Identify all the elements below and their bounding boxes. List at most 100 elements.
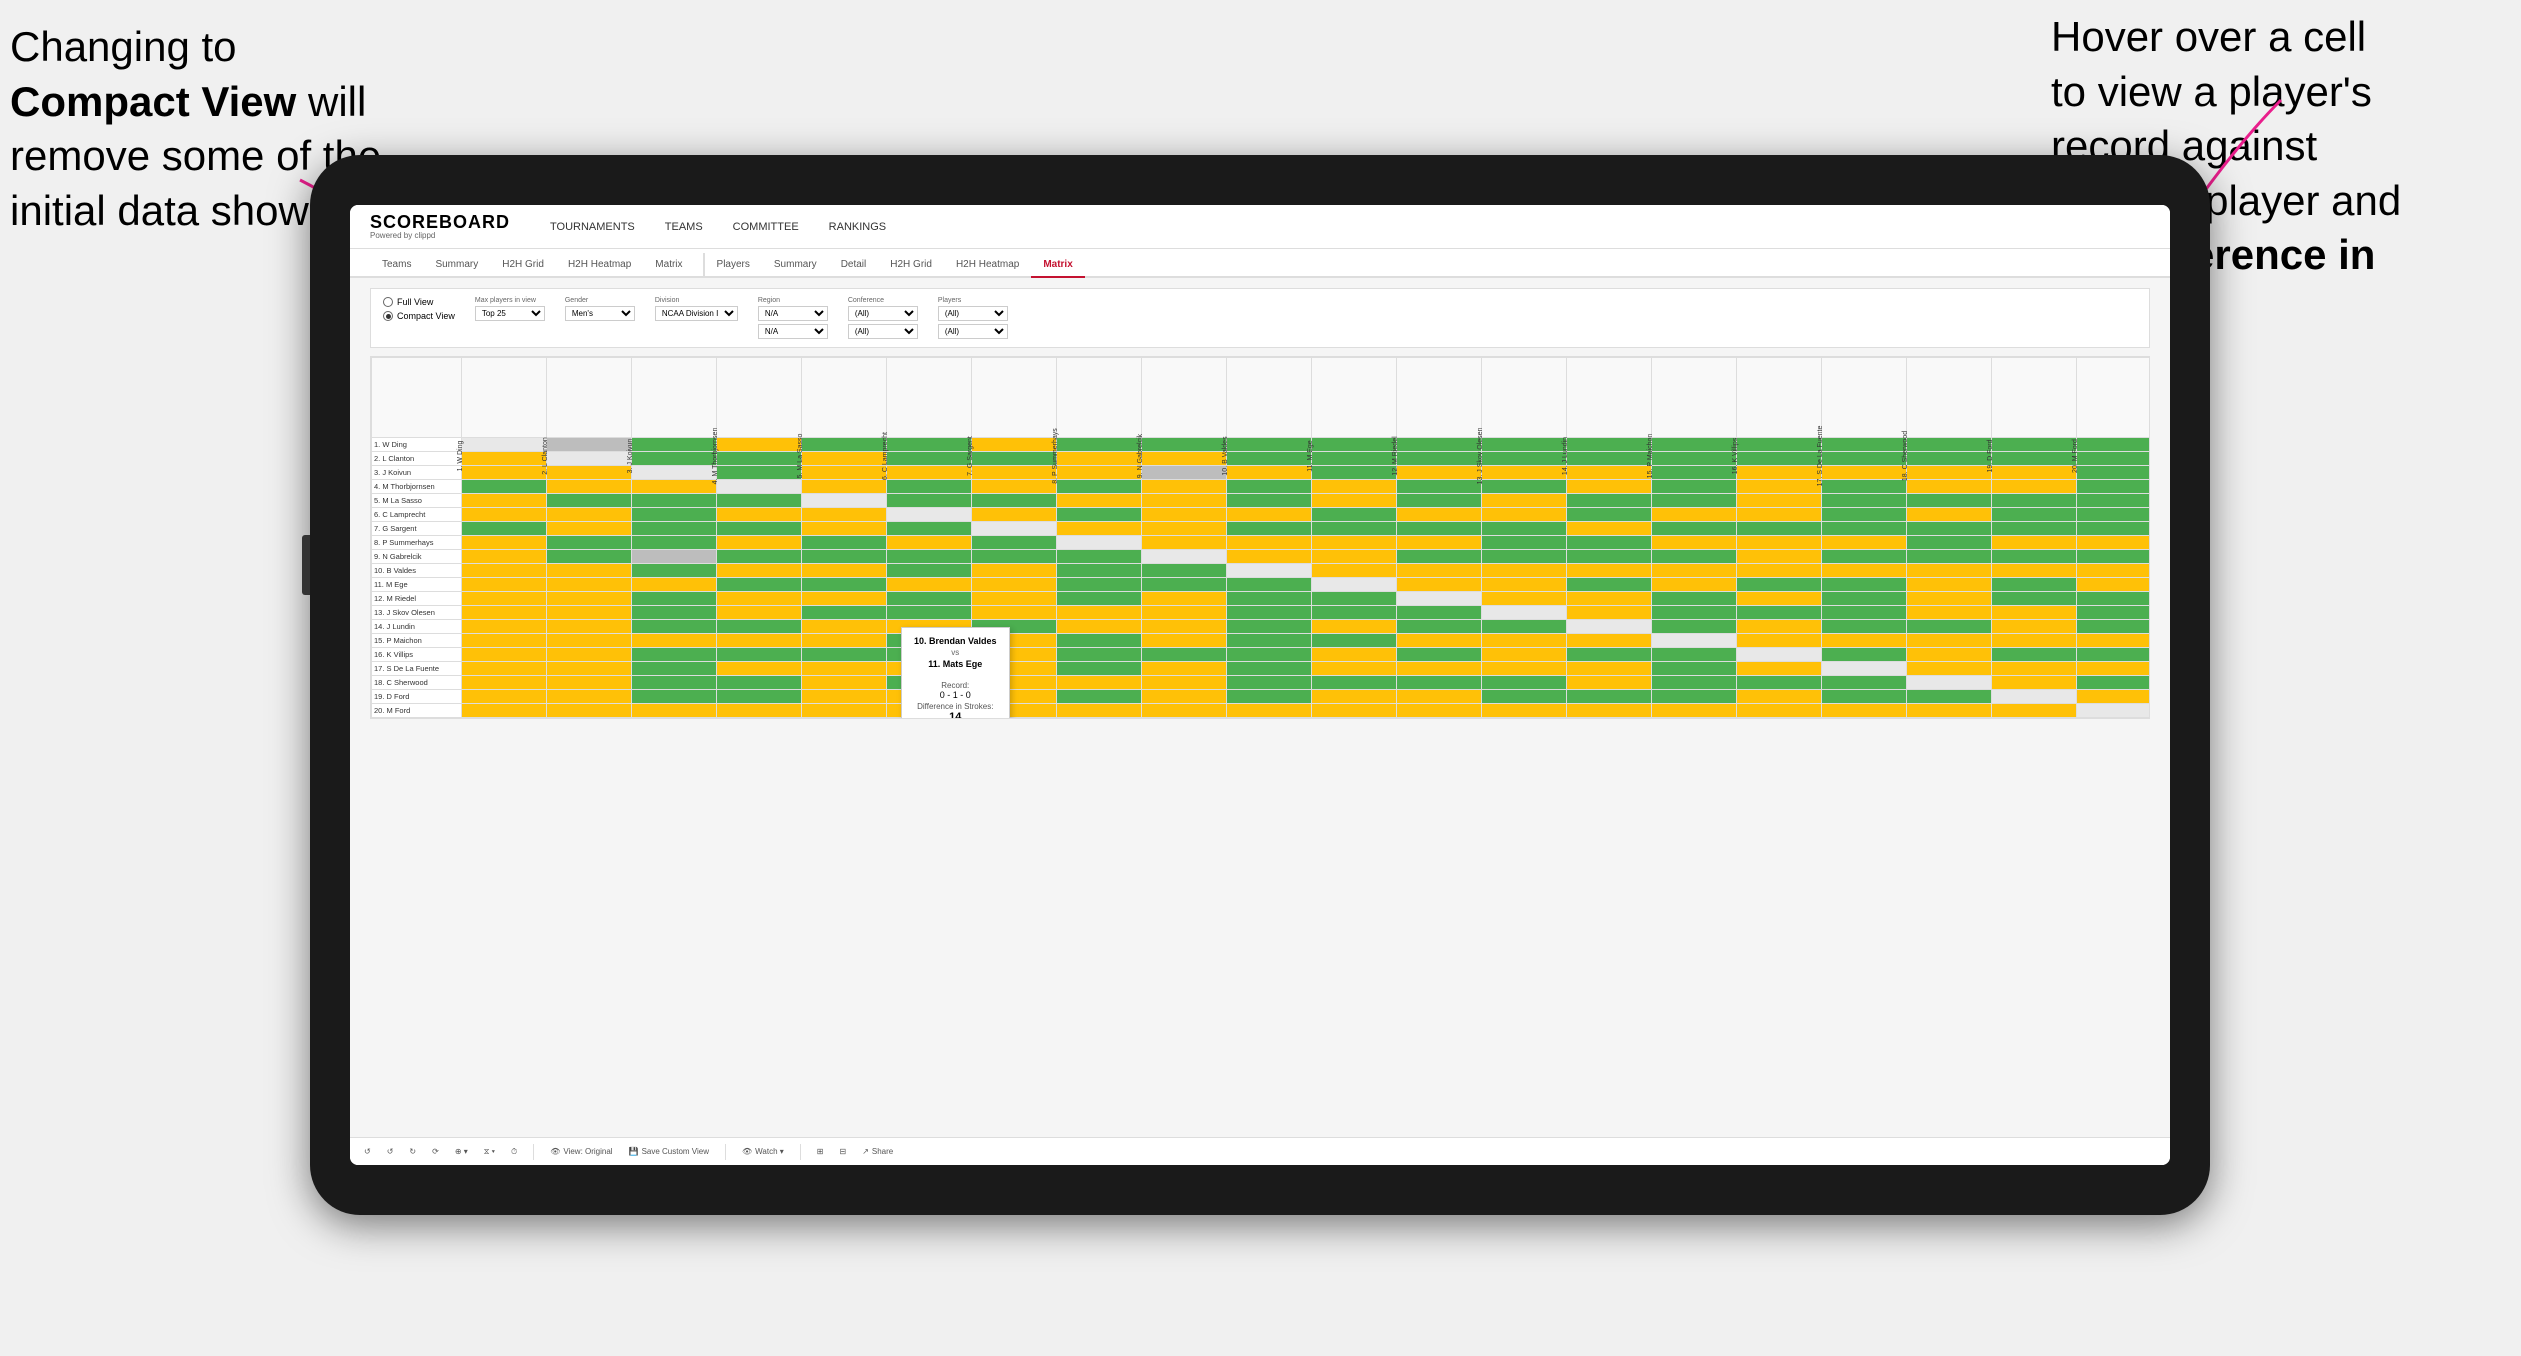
grid-button[interactable]: ⊟ [835, 1145, 850, 1158]
tab-h2h-grid-2[interactable]: H2H Grid [878, 253, 944, 278]
matrix-cell-r4-c12[interactable] [1397, 480, 1482, 494]
matrix-cell-r5-c17[interactable] [1822, 494, 1907, 508]
matrix-cell-r13-c4[interactable] [717, 606, 802, 620]
matrix-cell-r17-c18[interactable] [1907, 662, 1992, 676]
matrix-cell-r5-c8[interactable] [1057, 494, 1142, 508]
matrix-cell-r17-c9[interactable] [1142, 662, 1227, 676]
matrix-cell-r9-c20[interactable] [2077, 550, 2151, 564]
matrix-cell-r10-c12[interactable] [1397, 564, 1482, 578]
matrix-cell-r4-c13[interactable] [1482, 480, 1567, 494]
matrix-cell-r12-c3[interactable] [632, 592, 717, 606]
matrix-cell-r10-c4[interactable] [717, 564, 802, 578]
matrix-cell-r4-c6[interactable] [887, 480, 972, 494]
matrix-cell-r6-c1[interactable] [462, 508, 547, 522]
matrix-cell-r8-c6[interactable] [887, 536, 972, 550]
matrix-cell-r9-c18[interactable] [1907, 550, 1992, 564]
matrix-cell-r17-c3[interactable] [632, 662, 717, 676]
matrix-cell-r19-c10[interactable] [1227, 690, 1312, 704]
matrix-cell-r9-c13[interactable] [1482, 550, 1567, 564]
matrix-cell-r6-c18[interactable] [1907, 508, 1992, 522]
matrix-cell-r2-c14[interactable] [1567, 452, 1652, 466]
matrix-cell-r7-c1[interactable] [462, 522, 547, 536]
matrix-cell-r17-c8[interactable] [1057, 662, 1142, 676]
matrix-cell-r12-c13[interactable] [1482, 592, 1567, 606]
matrix-cell-r15-c19[interactable] [1992, 634, 2077, 648]
matrix-cell-r8-c7[interactable] [972, 536, 1057, 550]
matrix-cell-r7-c19[interactable] [1992, 522, 2077, 536]
matrix-cell-r19-c16[interactable] [1737, 690, 1822, 704]
matrix-cell-r1-c8[interactable] [1057, 438, 1142, 452]
matrix-cell-r17-c20[interactable] [2077, 662, 2151, 676]
matrix-cell-r19-c11[interactable] [1312, 690, 1397, 704]
matrix-cell-r11-c18[interactable] [1907, 578, 1992, 592]
matrix-cell-r6-c9[interactable] [1142, 508, 1227, 522]
matrix-cell-r13-c3[interactable] [632, 606, 717, 620]
matrix-cell-r4-c2[interactable] [547, 480, 632, 494]
matrix-cell-r10-c20[interactable] [2077, 564, 2151, 578]
matrix-cell-r4-c8[interactable] [1057, 480, 1142, 494]
matrix-cell-r16-c12[interactable] [1397, 648, 1482, 662]
matrix-cell-r10-c2[interactable] [547, 564, 632, 578]
matrix-cell-r1-c9[interactable] [1142, 438, 1227, 452]
matrix-cell-r9-c15[interactable] [1652, 550, 1737, 564]
matrix-cell-r5-c16[interactable] [1737, 494, 1822, 508]
matrix-cell-r1-c12[interactable] [1397, 438, 1482, 452]
matrix-cell-r14-c11[interactable] [1312, 620, 1397, 634]
matrix-cell-r8-c2[interactable] [547, 536, 632, 550]
matrix-cell-r15-c3[interactable] [632, 634, 717, 648]
matrix-cell-r15-c20[interactable] [2077, 634, 2151, 648]
matrix-cell-r2-c20[interactable] [2077, 452, 2151, 466]
matrix-cell-r2-c15[interactable] [1652, 452, 1737, 466]
matrix-cell-r16-c8[interactable] [1057, 648, 1142, 662]
matrix-cell-r3-c15[interactable] [1652, 466, 1737, 480]
matrix-cell-r17-c17[interactable] [1822, 662, 1907, 676]
matrix-cell-r1-c17[interactable] [1822, 438, 1907, 452]
matrix-cell-r11-c12[interactable] [1397, 578, 1482, 592]
matrix-cell-r2-c6[interactable] [887, 452, 972, 466]
matrix-cell-r16-c5[interactable] [802, 648, 887, 662]
matrix-cell-r12-c11[interactable] [1312, 592, 1397, 606]
matrix-cell-r9-c17[interactable] [1822, 550, 1907, 564]
matrix-cell-r18-c18[interactable] [1907, 676, 1992, 690]
matrix-cell-r16-c17[interactable] [1822, 648, 1907, 662]
matrix-cell-r2-c19[interactable] [1992, 452, 2077, 466]
matrix-cell-r5-c6[interactable] [887, 494, 972, 508]
matrix-cell-r20-c17[interactable] [1822, 704, 1907, 718]
matrix-cell-r5-c3[interactable] [632, 494, 717, 508]
matrix-cell-r14-c4[interactable] [717, 620, 802, 634]
matrix-cell-r6-c3[interactable] [632, 508, 717, 522]
matrix-cell-r18-c19[interactable] [1992, 676, 2077, 690]
matrix-cell-r10-c8[interactable] [1057, 564, 1142, 578]
matrix-cell-r19-c3[interactable] [632, 690, 717, 704]
tab-summary-2[interactable]: Summary [762, 253, 829, 278]
clock-button[interactable]: ⏱ [507, 1145, 521, 1159]
matrix-cell-r13-c1[interactable] [462, 606, 547, 620]
matrix-cell-r10-c19[interactable] [1992, 564, 2077, 578]
add-button[interactable]: ⊕ ▾ [451, 1145, 472, 1158]
matrix-cell-r8-c13[interactable] [1482, 536, 1567, 550]
matrix-cell-r12-c16[interactable] [1737, 592, 1822, 606]
matrix-cell-r15-c18[interactable] [1907, 634, 1992, 648]
nav-tournaments[interactable]: TOURNAMENTS [550, 221, 635, 233]
matrix-cell-r15-c15[interactable] [1652, 634, 1737, 648]
matrix-cell-r1-c1[interactable] [462, 438, 547, 452]
matrix-cell-r18-c9[interactable] [1142, 676, 1227, 690]
matrix-cell-r1-c6[interactable] [887, 438, 972, 452]
matrix-cell-r1-c13[interactable] [1482, 438, 1567, 452]
nav-teams[interactable]: TEAMS [665, 221, 703, 233]
matrix-cell-r18-c8[interactable] [1057, 676, 1142, 690]
matrix-cell-r15-c1[interactable] [462, 634, 547, 648]
matrix-cell-r17-c16[interactable] [1737, 662, 1822, 676]
matrix-cell-r2-c7[interactable] [972, 452, 1057, 466]
matrix-cell-r7-c14[interactable] [1567, 522, 1652, 536]
matrix-cell-r13-c16[interactable] [1737, 606, 1822, 620]
matrix-cell-r6-c17[interactable] [1822, 508, 1907, 522]
matrix-cell-r18-c2[interactable] [547, 676, 632, 690]
watch-button[interactable]: 👁 Watch ▾ [738, 1145, 788, 1158]
matrix-cell-r3-c10[interactable] [1227, 466, 1312, 480]
matrix-cell-r18-c5[interactable] [802, 676, 887, 690]
matrix-cell-r9-c1[interactable] [462, 550, 547, 564]
matrix-cell-r12-c1[interactable] [462, 592, 547, 606]
matrix-cell-r17-c11[interactable] [1312, 662, 1397, 676]
matrix-cell-r8-c9[interactable] [1142, 536, 1227, 550]
